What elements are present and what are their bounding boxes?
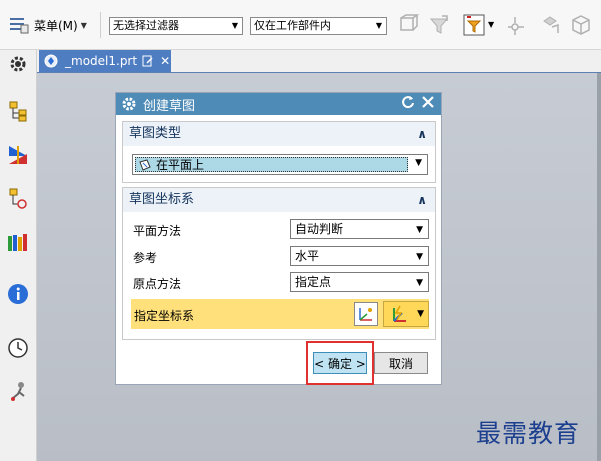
create-sketch-dialog: 创建草图 草图类型 ∧ 在平面上 ▼ 草图坐标系 ∧ 平面方法 自动判断 ▼ 参… xyxy=(115,92,442,385)
snap-view-icon[interactable] xyxy=(398,13,420,37)
point-snap-icon[interactable] xyxy=(504,13,526,37)
origin-method-select[interactable]: 指定点 ▼ xyxy=(290,272,429,292)
sketch-csys-header[interactable]: 草图坐标系 ∧ xyxy=(123,188,435,212)
part-navigator-icon[interactable] xyxy=(7,100,29,122)
selection-scope-value: 仅在工作部件内 xyxy=(254,19,331,32)
csys-type-icon xyxy=(393,305,406,322)
constraint-navigator-icon[interactable] xyxy=(7,144,29,166)
resource-bar xyxy=(0,50,37,461)
chevron-down-icon: ▼ xyxy=(375,21,382,30)
selection-scope-combo[interactable]: 仅在工作部件内 ▼ xyxy=(250,17,387,35)
chevron-up-icon[interactable]: ∧ xyxy=(417,122,427,146)
on-plane-icon xyxy=(139,158,151,171)
chevron-up-icon[interactable]: ∧ xyxy=(417,188,427,212)
selection-filter-combo[interactable]: 无选择过滤器 ▼ xyxy=(109,17,243,35)
menu-icon xyxy=(10,18,29,34)
dialog-title-bar[interactable]: 创建草图 xyxy=(116,93,441,115)
assembly-navigator-icon[interactable] xyxy=(7,187,29,209)
gear-icon[interactable] xyxy=(7,53,29,75)
ok-highlight-frame xyxy=(306,341,374,385)
watermark-text: 最需教育 xyxy=(476,419,581,448)
chevron-down-icon: ▼ xyxy=(416,252,423,262)
part-file-icon xyxy=(44,54,58,68)
close-icon[interactable] xyxy=(421,95,435,109)
top-toolbar: 菜单(M) ▼ 无选择过滤器 ▼ 仅在工作部件内 ▼ ▼ xyxy=(0,0,601,50)
chevron-down-icon: ▼ xyxy=(417,309,424,319)
reset-icon[interactable] xyxy=(401,95,415,109)
cancel-button[interactable]: 取消 xyxy=(374,352,428,374)
gear-icon xyxy=(122,97,136,111)
menu-button[interactable]: 菜单(M) ▼ xyxy=(8,14,87,36)
plane-method-select[interactable]: 自动判断 ▼ xyxy=(290,219,429,239)
csys-type-dropdown[interactable]: ▼ xyxy=(383,301,429,327)
sketch-type-group: 草图类型 ∧ 在平面上 ▼ xyxy=(122,121,436,183)
chevron-down-icon: ▼ xyxy=(80,20,87,30)
chevron-down-icon: ▼ xyxy=(416,278,423,288)
history-clock-icon[interactable] xyxy=(7,337,29,359)
origin-method-value: 指定点 xyxy=(295,275,332,289)
sketch-csys-group: 草图坐标系 ∧ 平面方法 自动判断 ▼ 参考 水平 ▼ 原点方法 指定点 ▼ 指… xyxy=(122,187,436,340)
group-title: 草图坐标系 xyxy=(129,192,195,207)
select-body-icon[interactable] xyxy=(540,13,562,37)
document-tab-strip: _model1.prt ✕ xyxy=(37,50,601,73)
reuse-library-icon[interactable] xyxy=(7,231,29,253)
plane-method-label: 平面方法 xyxy=(133,224,182,238)
chevron-down-icon: ▼ xyxy=(415,158,422,168)
close-icon[interactable]: ✕ xyxy=(160,54,170,68)
divider xyxy=(100,12,101,38)
reference-value: 水平 xyxy=(295,249,320,263)
chevron-down-icon[interactable]: ▼ xyxy=(488,20,494,29)
tab-title: _model1.prt xyxy=(65,54,138,68)
origin-method-label: 原点方法 xyxy=(133,277,182,291)
cube-icon[interactable] xyxy=(570,13,592,37)
selection-filter-icon[interactable] xyxy=(463,13,485,37)
sketch-type-value: 在平面上 xyxy=(156,158,205,172)
sketch-type-header[interactable]: 草图类型 ∧ xyxy=(123,122,435,146)
reference-select[interactable]: 水平 ▼ xyxy=(290,246,429,266)
reference-label: 参考 xyxy=(133,251,158,265)
sketch-type-select[interactable]: 在平面上 ▼ xyxy=(132,154,428,175)
chevron-down-icon: ▼ xyxy=(416,225,423,235)
type-filter-icon[interactable] xyxy=(428,13,450,37)
info-icon[interactable] xyxy=(7,283,29,305)
csys-icon xyxy=(359,308,372,321)
specify-csys-row[interactable]: 指定坐标系 ▼ xyxy=(131,299,429,329)
menu-label: 菜单(M) xyxy=(34,18,78,33)
window-edge xyxy=(597,73,601,461)
group-title: 草图类型 xyxy=(129,126,182,141)
dialog-title: 创建草图 xyxy=(143,98,196,114)
selection-filter-value: 无选择过滤器 xyxy=(113,19,179,32)
modified-icon xyxy=(142,55,153,67)
roles-icon[interactable] xyxy=(7,380,29,402)
csys-dialog-button[interactable] xyxy=(354,302,378,326)
chevron-down-icon: ▼ xyxy=(231,21,238,30)
tab-model1[interactable]: _model1.prt ✕ xyxy=(39,50,171,72)
specify-csys-label: 指定坐标系 xyxy=(134,309,195,323)
sketch-type-selected: 在平面上 xyxy=(135,157,408,172)
plane-method-value: 自动判断 xyxy=(295,222,344,236)
